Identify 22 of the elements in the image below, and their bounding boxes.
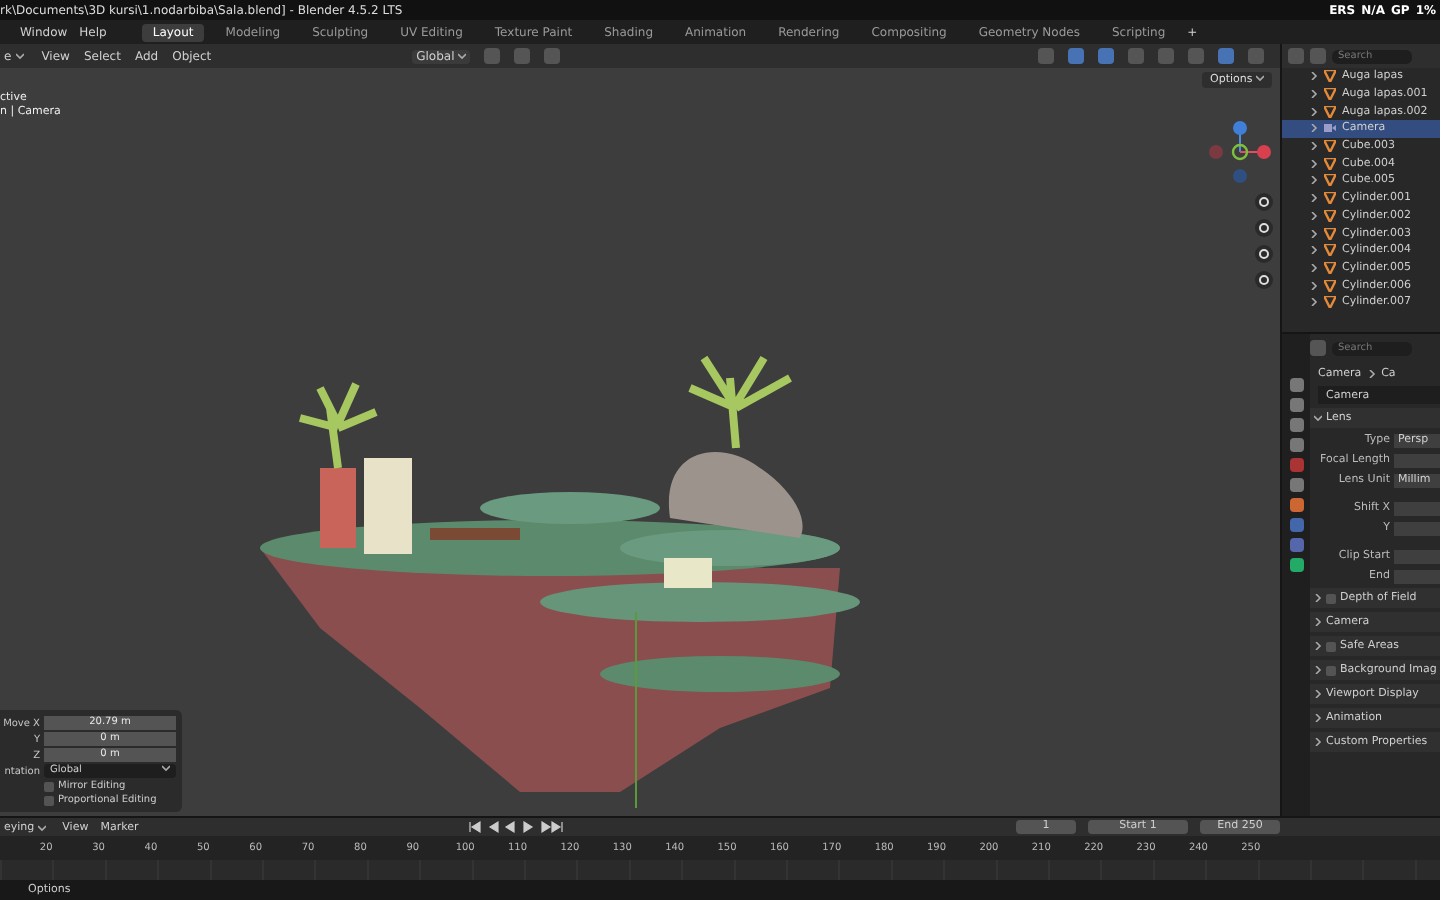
caret-icon xyxy=(1314,414,1322,422)
checkbox[interactable] xyxy=(44,795,54,805)
caret-icon xyxy=(1314,690,1322,698)
checkbox[interactable] xyxy=(44,781,54,791)
checkbox[interactable] xyxy=(1326,665,1336,675)
caret-icon xyxy=(1314,666,1322,674)
caret-icon xyxy=(1314,642,1322,650)
checkbox[interactable] xyxy=(1326,641,1336,651)
caret-icon xyxy=(1314,738,1322,746)
caret-icon xyxy=(162,764,170,772)
checkbox[interactable] xyxy=(1326,593,1336,603)
navigation-gizmo-icon xyxy=(1208,120,1272,184)
caret-icon xyxy=(38,823,47,831)
caret-icon xyxy=(1256,74,1264,82)
caret-icon xyxy=(1314,618,1322,626)
caret-icon xyxy=(15,52,24,60)
caret-icon xyxy=(1367,369,1376,377)
caret-icon xyxy=(458,52,467,60)
caret-icon xyxy=(1314,714,1322,722)
caret-icon xyxy=(1314,594,1322,602)
playback-controls-icon[interactable] xyxy=(466,820,567,834)
camera-icon xyxy=(1324,122,1336,135)
